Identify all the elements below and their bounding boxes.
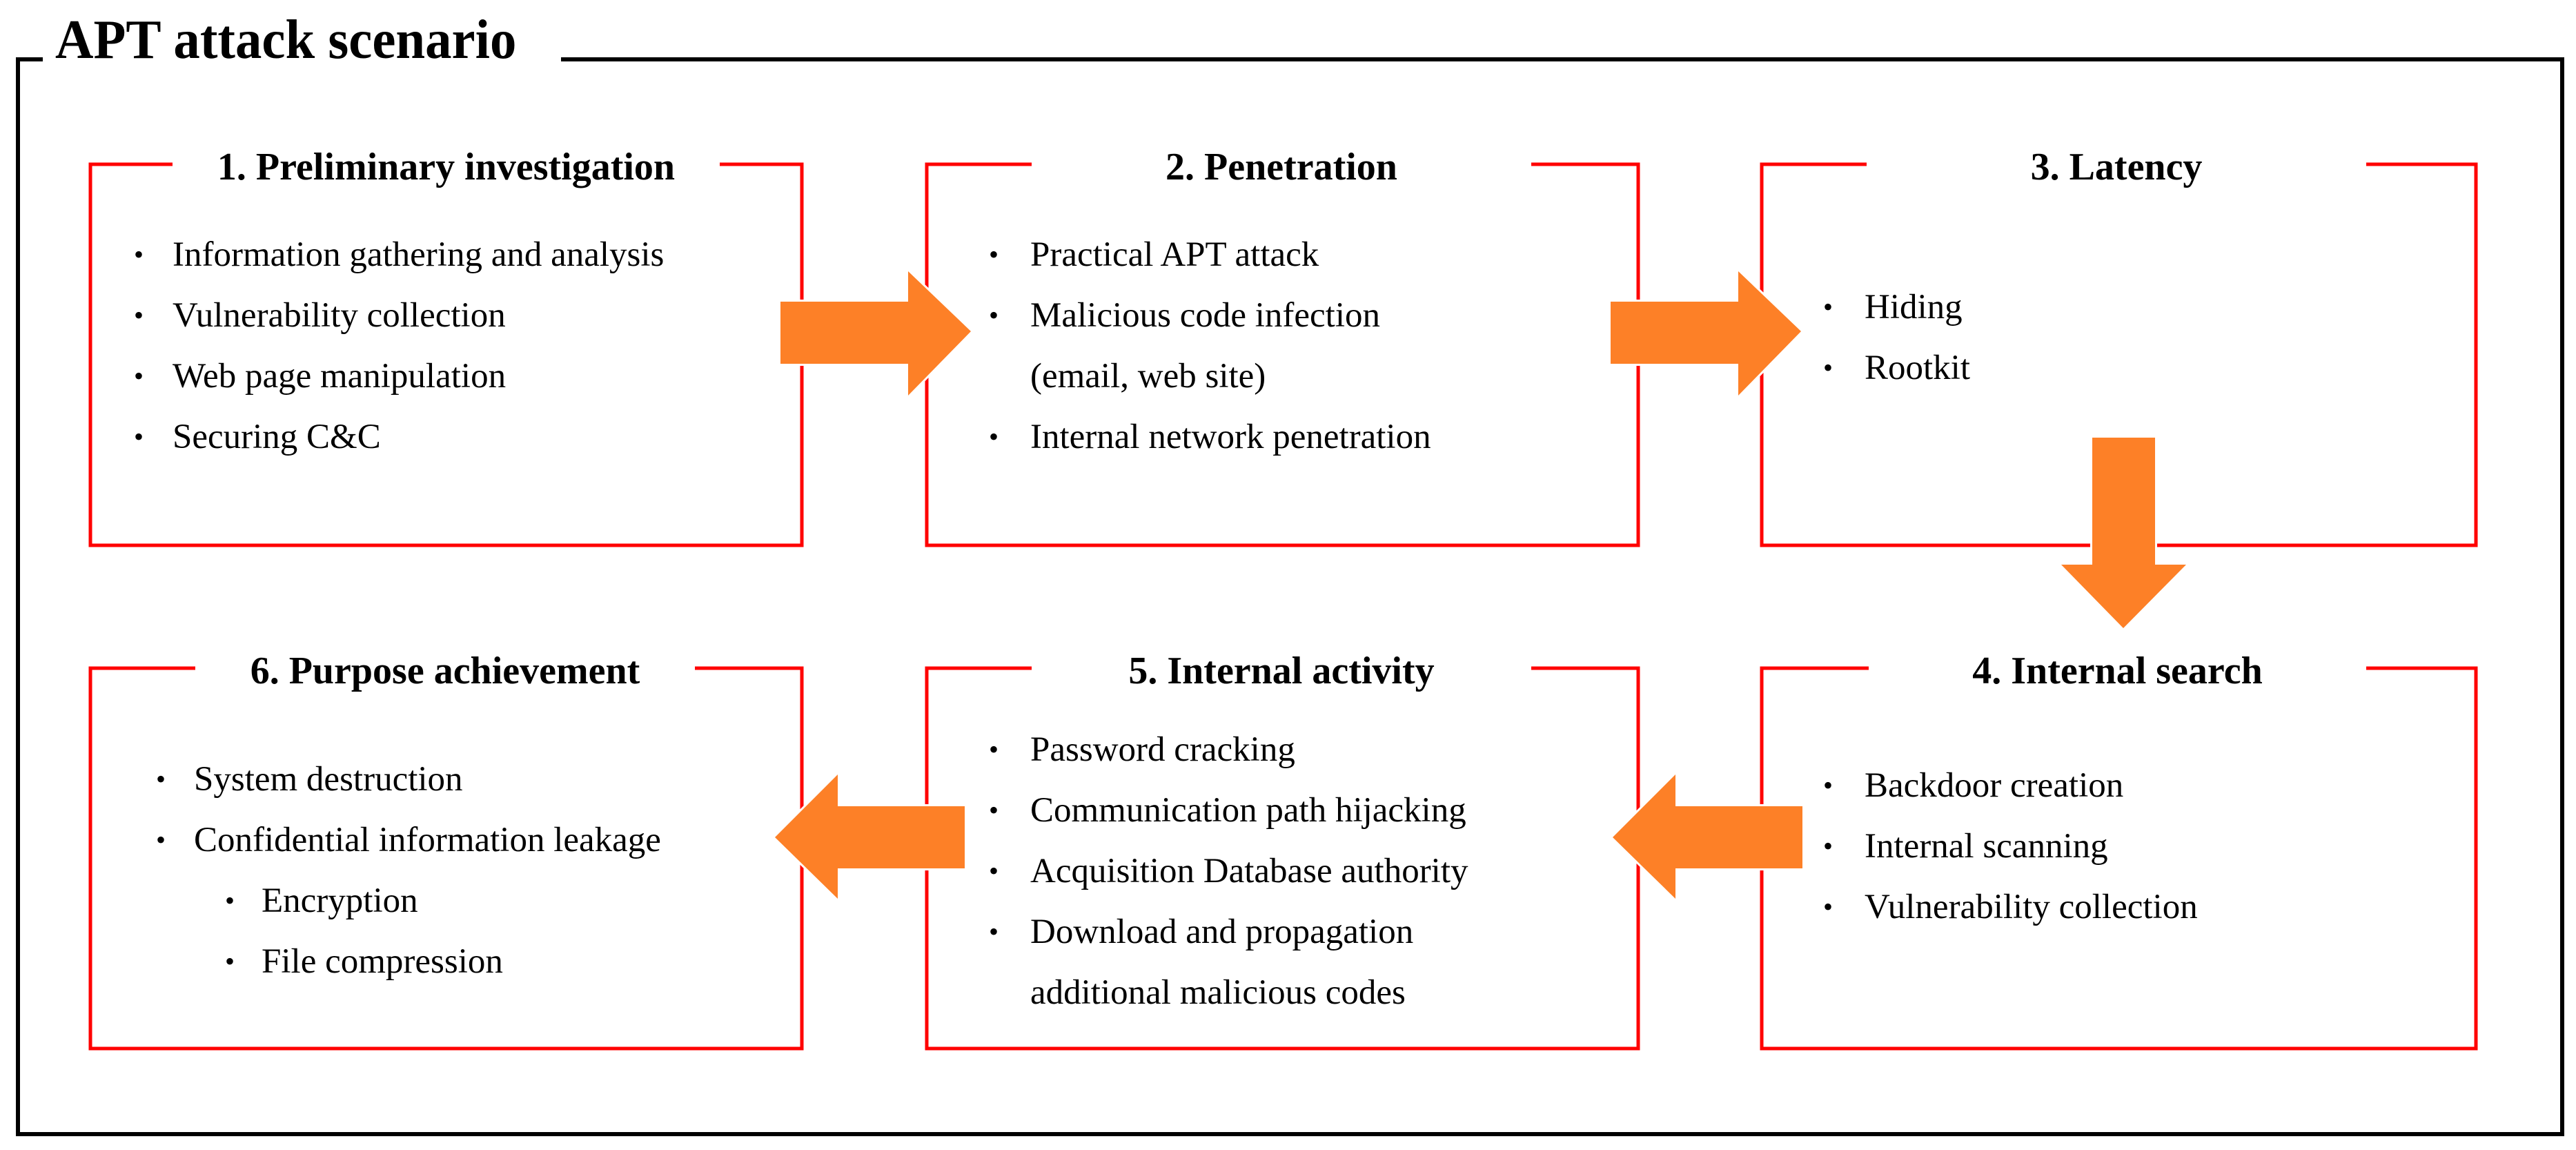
sub-list-item: • Encryption <box>0 870 2576 931</box>
stage-2-heading: 2. Penetration <box>1166 146 1397 188</box>
bullet-dot-icon: • <box>156 824 166 855</box>
list-item: • System destruction <box>0 749 2576 810</box>
bullet-dot-icon: • <box>1823 352 1833 383</box>
stage-3-heading: 3. Latency <box>2030 146 2203 188</box>
stage-6-heading: 6. Purpose achievement <box>250 650 640 692</box>
stage-4-heading: 4. Internal search <box>1972 650 2263 692</box>
list-item-text: Hiding <box>1865 288 1963 327</box>
list-item: • Hiding <box>0 277 2576 338</box>
sub-list-item: • File compression <box>0 931 2576 992</box>
list-item-text: Confidential information leakage <box>194 821 661 859</box>
apt-attack-scenario-diagram: APT attack scenario 1. Preliminary inves… <box>0 0 2576 1150</box>
list-item-text: Encryption <box>262 881 418 920</box>
list-item-text: Rootkit <box>1865 349 1971 387</box>
bullet-dot-icon: • <box>225 946 235 977</box>
list-item-text: System destruction <box>194 760 463 799</box>
list-item: • Internal network penetration <box>0 407 2576 467</box>
list-item: • Rootkit <box>0 338 2576 398</box>
list-item: • Confidential information leakage <box>0 810 2576 870</box>
bullet-dot-icon: • <box>1823 291 1833 322</box>
list-item: • Practical APT attack <box>0 224 2576 285</box>
stage-5-heading: 5. Internal activity <box>1128 650 1435 692</box>
stage-6-items: • System destruction • Confidential informa… <box>0 749 2576 992</box>
list-item-text: File compression <box>262 942 503 981</box>
stage-3-items: • Hiding • Rootkit <box>0 277 2576 398</box>
list-item-text: Internal network penetration <box>1030 418 1431 456</box>
bullet-dot-icon: • <box>989 239 999 270</box>
diagram-title: APT attack scenario <box>55 10 517 70</box>
stage-1-heading: 1. Preliminary investigation <box>217 146 676 188</box>
bullet-dot-icon: • <box>989 421 999 452</box>
bullet-dot-icon: • <box>156 763 166 795</box>
bullet-dot-icon: • <box>225 885 235 916</box>
list-item-text: Practical APT attack <box>1030 235 1319 274</box>
